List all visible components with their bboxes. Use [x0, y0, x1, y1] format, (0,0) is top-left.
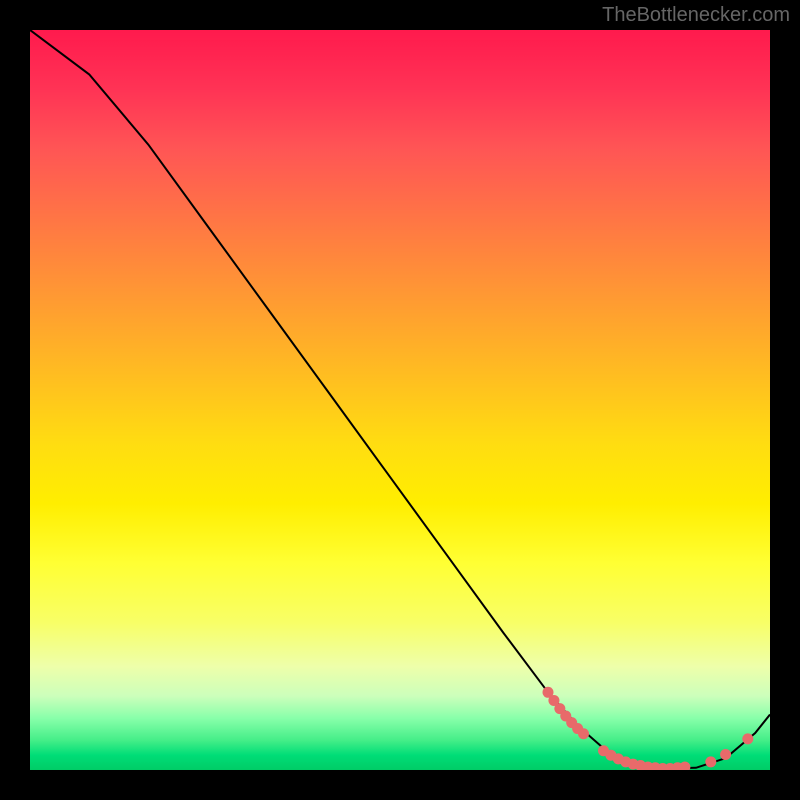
chart-plot-area: [30, 30, 770, 770]
data-marker: [742, 733, 753, 744]
data-marker: [720, 749, 731, 760]
bottleneck-curve-line: [30, 30, 770, 769]
data-marker: [705, 756, 716, 767]
data-marker: [578, 728, 589, 739]
data-marker: [679, 762, 690, 770]
chart-svg: [30, 30, 770, 770]
data-markers: [543, 687, 754, 770]
attribution-text: TheBottlenecker.com: [602, 4, 790, 27]
